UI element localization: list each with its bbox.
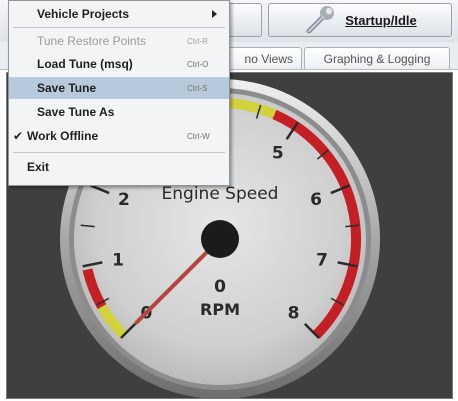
gauge-scale-label: 1 [112,250,124,270]
menu-separator [13,152,225,153]
menu-item-shortcut: Ctrl-W [187,131,210,141]
menu-item-save-tune[interactable]: Save Tune Ctrl-S [9,77,229,99]
menu-separator [13,27,225,28]
menu-item-vehicle-projects[interactable]: Vehicle Projects [9,3,229,25]
chevron-right-icon [212,10,217,18]
checkmark-icon: ✔ [13,129,24,143]
gauge-scale-label: 2 [118,190,130,210]
menu-item-label: Tune Restore Points [37,34,146,48]
startup-idle-button[interactable]: Startup/Idle [268,3,452,37]
menu-item-tune-restore-points[interactable]: Tune Restore Points Ctrl-R [9,30,229,52]
menu-item-label: Save Tune [37,81,97,95]
menu-item-label: Vehicle Projects [37,7,130,21]
gauge-value: 0 [214,277,226,297]
gauge-hub [201,220,239,258]
tab-graphing-logging[interactable]: Graphing & Logging [304,47,450,69]
file-menu: Vehicle Projects Tune Restore Points Ctr… [8,0,230,186]
menu-item-label: Exit [27,160,50,174]
menu-item-shortcut: Ctrl-O [187,59,209,69]
menu-item-exit[interactable]: Exit [9,156,229,178]
startup-idle-label: Startup/Idle [345,12,417,28]
menu-item-shortcut: Ctrl-S [187,83,208,93]
gauge-scale-label: 6 [310,190,322,210]
menu-item-label: Load Tune (msq) [37,57,133,71]
menu-item-label: Save Tune As [37,105,115,119]
menu-item-save-tune-as[interactable]: Save Tune As [9,101,229,123]
menu-item-load-tune[interactable]: Load Tune (msq) Ctrl-O [9,53,229,75]
gauge-scale-label: 7 [316,250,328,270]
gauge-scale-label: 5 [272,144,284,164]
menu-item-shortcut: Ctrl-R [187,36,208,46]
menu-item-label: Work Offline [27,129,99,143]
gauge-title: Engine Speed [162,184,279,204]
gauge-units: RPM [200,300,240,319]
menu-item-work-offline[interactable]: ✔ Work Offline Ctrl-W [9,125,229,147]
gauge-scale-label: 8 [288,304,300,324]
wrench-icon [306,6,335,34]
